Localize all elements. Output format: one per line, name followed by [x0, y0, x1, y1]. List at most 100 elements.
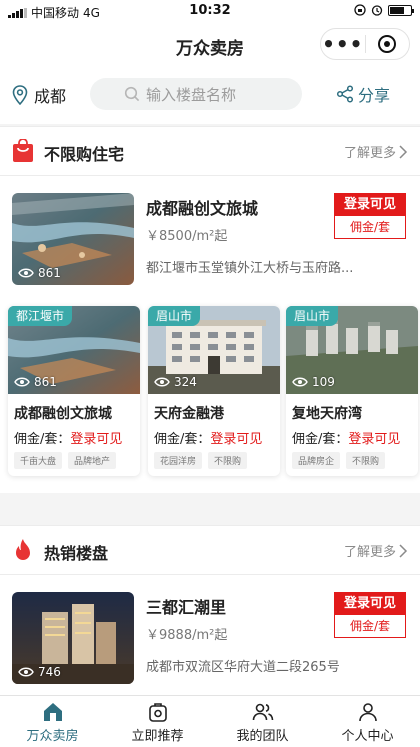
- eye-icon: [18, 268, 34, 278]
- view-count-value: 324: [174, 375, 197, 389]
- lock-rotation-icon: [354, 4, 366, 16]
- feature-tag: 不限购: [208, 452, 248, 469]
- region-tag: 眉山市: [148, 306, 201, 326]
- commission-line: 佣金/套：登录可见: [154, 428, 262, 447]
- shopping-bag-icon: [13, 139, 33, 162]
- status-bar: 中国移动 4G 10:32: [0, 0, 420, 24]
- commission-label: 佣金/套：: [14, 432, 71, 447]
- view-count: 861: [18, 266, 61, 280]
- property-card-row: 都江堰市 861 成都融创文旅城 佣金/套：登录可见 千亩大盘 品牌地产 眉山市…: [0, 293, 420, 493]
- more-menu-button[interactable]: •••: [321, 34, 365, 54]
- view-count: 109: [292, 375, 335, 389]
- login-visible-label: 登录可见: [335, 194, 405, 216]
- tab-team[interactable]: 我的团队: [210, 696, 315, 747]
- learn-more-link[interactable]: 了解更多: [344, 142, 408, 161]
- learn-more-label: 了解更多: [343, 146, 396, 161]
- chevron-right-icon: [399, 144, 408, 159]
- view-count-value: 861: [38, 266, 61, 280]
- commission-label: 佣金/套: [335, 615, 405, 637]
- learn-more-link[interactable]: 了解更多: [344, 541, 408, 560]
- eye-icon: [18, 667, 34, 677]
- property-name: 三都汇潮里: [146, 598, 227, 617]
- close-miniprogram-button[interactable]: [366, 35, 410, 53]
- tab-bar: 万众卖房 立即推荐 我的团队 个人中心: [0, 695, 420, 747]
- feature-tag: 品牌地产: [68, 452, 117, 469]
- property-photo: 746: [12, 592, 134, 684]
- login-visible-label: 登录可见: [335, 593, 405, 615]
- mini-program-capsule: •••: [320, 28, 410, 60]
- nav-bar: 万众卖房 •••: [0, 24, 420, 64]
- chevron-right-icon: [399, 543, 408, 558]
- property-card-featured[interactable]: 861 成都融创文旅城 ￥8500/m²起 都江堰市玉堂镇外江大桥与玉府路...…: [0, 176, 420, 293]
- recommend-icon: [148, 703, 167, 722]
- property-price: ￥9888/m²起: [146, 628, 228, 643]
- target-icon: [378, 35, 397, 53]
- property-photo: 眉山市 109: [286, 306, 418, 394]
- view-count: 861: [14, 375, 57, 389]
- search-row: 成都 输入楼盘名称 分享: [0, 64, 420, 124]
- tab-profile[interactable]: 个人中心: [315, 696, 420, 747]
- section-title: 热销楼盘: [44, 544, 109, 563]
- search-icon: [124, 86, 140, 102]
- property-photo: 都江堰市 861: [8, 306, 140, 394]
- location-pin-icon: [12, 85, 28, 105]
- tab-recommend[interactable]: 立即推荐: [105, 696, 210, 747]
- property-name: 复地天府湾: [292, 406, 362, 422]
- tab-label: 我的团队: [236, 729, 289, 744]
- property-photo: 眉山市 324: [148, 306, 280, 394]
- city-label: 成都: [34, 87, 67, 106]
- property-card-featured[interactable]: 746 三都汇潮里 ￥9888/m²起 成都市双流区华府大道二段265号 登录可…: [0, 575, 420, 695]
- tab-home[interactable]: 万众卖房: [0, 696, 105, 747]
- property-photo: 861: [12, 193, 134, 285]
- property-card[interactable]: 眉山市 324 天府金融港 佣金/套：登录可见 花园洋房 不限购: [148, 306, 280, 476]
- feature-tag: 不限购: [346, 452, 386, 469]
- commission-badge[interactable]: 登录可见 佣金/套: [334, 592, 406, 638]
- city-selector[interactable]: 成都: [12, 83, 66, 107]
- share-icon: [336, 85, 354, 103]
- property-address: 成都市双流区华府大道二段265号: [146, 660, 340, 675]
- property-name: 天府金融港: [154, 406, 224, 422]
- tag-list: 花园洋房 不限购: [154, 452, 248, 469]
- view-count: 324: [154, 375, 197, 389]
- commission-value: 登录可见: [70, 432, 123, 447]
- alarm-icon: [371, 5, 383, 16]
- learn-more-label: 了解更多: [343, 545, 396, 560]
- tag-list: 品牌房企 不限购: [292, 452, 386, 469]
- feature-tag: 花园洋房: [154, 452, 203, 469]
- view-count: 746: [18, 665, 61, 679]
- commission-label: 佣金/套: [335, 216, 405, 238]
- eye-icon: [154, 377, 170, 387]
- tab-label: 立即推荐: [131, 729, 184, 744]
- eye-icon: [292, 377, 308, 387]
- commission-badge[interactable]: 登录可见 佣金/套: [334, 193, 406, 239]
- search-input[interactable]: 输入楼盘名称: [90, 78, 302, 110]
- property-price: ￥8500/m²起: [146, 229, 228, 244]
- property-card[interactable]: 都江堰市 861 成都融创文旅城 佣金/套：登录可见 千亩大盘 品牌地产: [8, 306, 140, 476]
- commission-line: 佣金/套：登录可见: [292, 428, 400, 447]
- tag-list: 千亩大盘 品牌地产: [14, 452, 117, 469]
- section-header-unlimited: 不限购住宅 了解更多: [0, 126, 420, 176]
- property-name: 成都融创文旅城: [14, 406, 112, 422]
- share-button[interactable]: 分享: [336, 82, 390, 106]
- commission-value: 登录可见: [210, 432, 263, 447]
- property-name: 成都融创文旅城: [146, 199, 259, 218]
- commission-value: 登录可见: [348, 432, 401, 447]
- tab-label: 万众卖房: [26, 729, 79, 744]
- share-label: 分享: [357, 86, 390, 105]
- battery-icon: [388, 4, 414, 16]
- home-icon: [43, 703, 62, 721]
- feature-tag: 品牌房企: [292, 452, 341, 469]
- commission-label: 佣金/套：: [292, 432, 349, 447]
- section-header-hot: 热销楼盘 了解更多: [0, 525, 420, 575]
- commission-line: 佣金/套：登录可见: [14, 428, 122, 447]
- section-title: 不限购住宅: [44, 145, 125, 164]
- flame-icon: [16, 539, 30, 560]
- search-placeholder: 输入楼盘名称: [146, 85, 237, 104]
- property-address: 都江堰市玉堂镇外江大桥与玉府路...: [146, 261, 354, 276]
- person-icon: [358, 703, 377, 722]
- commission-label: 佣金/套：: [154, 432, 211, 447]
- property-card[interactable]: 眉山市 109 复地天府湾 佣金/套：登录可见 品牌房企 不限购: [286, 306, 418, 476]
- eye-icon: [14, 377, 30, 387]
- view-count-value: 109: [312, 375, 335, 389]
- view-count-value: 861: [34, 375, 57, 389]
